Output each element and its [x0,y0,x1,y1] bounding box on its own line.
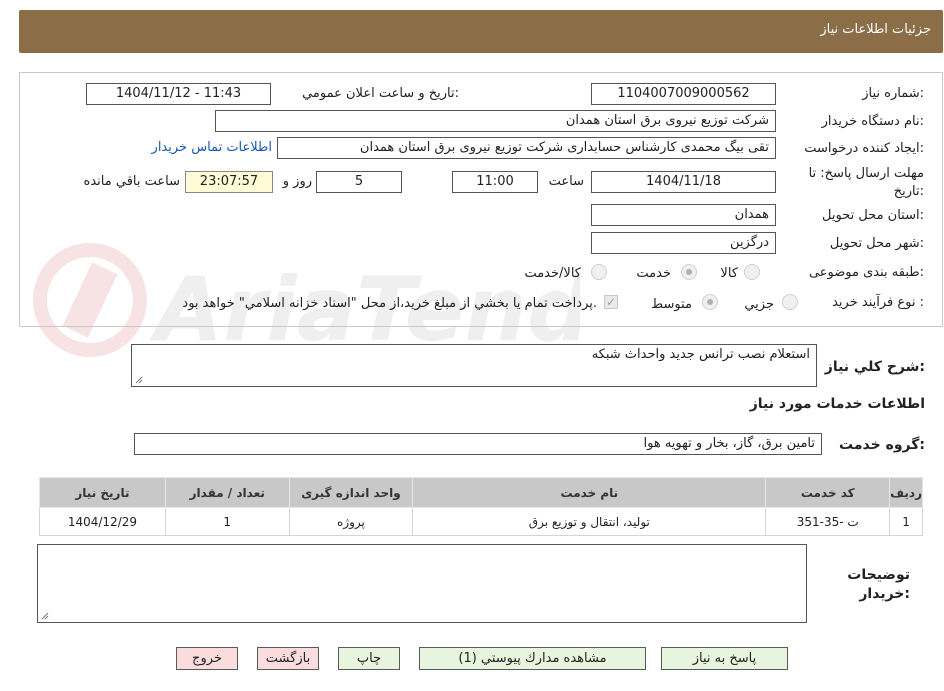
buyer-contact-link[interactable]: اطلاعات تماس خريدار [152,140,272,155]
back-button[interactable]: بازگشت [257,647,319,670]
category-goods-radio[interactable] [744,264,760,280]
reply-button[interactable]: پاسخ به نياز [661,647,788,670]
service-group-label: گروه خدمت: [839,437,925,453]
deadline-label-date: تاريخ: [893,184,924,199]
cell-service-code: ت -35-351 [765,507,891,536]
announce-label: تاريخ و ساعت اعلان عمومي: [302,86,459,101]
col-service-code: کد خدمت [765,477,891,508]
announce-field: 1404/11/12 - 11:43 [86,83,271,105]
remaining-time-field: 23:07:57 [185,171,273,193]
deadline-time-label: ساعت [548,174,584,189]
category-label: طبقه بندی موضوعی: [808,265,924,280]
deadline-time-field: 11:00 [452,171,538,193]
cell-quantity: 1 [164,507,290,536]
col-service-name: نام خدمت [412,477,767,508]
requester-label: ايجاد کننده درخواست: [804,141,924,156]
page-title: جزئيات اطلاعات نياز [820,22,931,37]
category-goods-label: کالا [720,266,738,281]
process-minor-radio[interactable] [782,294,798,310]
need-number-field: 1104007009000562 [591,83,776,105]
description-textarea[interactable]: استعلام نصب ترانس جدید واحداث شبکه [131,344,817,387]
city-label: شهر محل تحويل: [829,236,924,251]
cell-need-date: 1404/12/29 [39,507,166,536]
buyer-notes-textarea[interactable] [37,544,807,623]
process-label: نوع فرآيند خريد : [832,295,924,310]
description-label: شرح كلي نياز: [824,359,925,375]
service-group-field: تامین برق، گاز، بخار و تهویه هوا [134,433,822,455]
province-label: استان محل تحويل: [822,208,924,223]
process-minor-label: جزيي [744,297,774,312]
table-row: 1 ت -35-351 تولید، انتقال و توزیع برق پر… [39,507,923,536]
remaining-time-label: ساعت باقي مانده [83,174,180,189]
resize-grip-icon[interactable] [41,612,49,620]
payment-note: پرداخت تمام يا بخشي از مبلغ خريد،از محل … [182,296,597,311]
col-need-date: تاريخ نياز [39,477,166,508]
province-field: همدان [591,204,776,226]
buyer-org-field: شرکت توزیع نیروی برق استان همدان [215,110,776,132]
col-row-number: رديف [889,477,923,508]
category-service-radio[interactable] [681,264,697,280]
process-medium-radio[interactable] [702,294,718,310]
days-label: روز و [282,174,312,189]
services-table: رديف کد خدمت نام خدمت واحد اندازه گيری ت… [39,477,923,536]
city-field: درگزین [591,232,776,254]
category-goods-service-label: کالا/خدمت [524,266,581,281]
need-number-label: شماره نياز: [862,86,924,101]
col-quantity: تعداد / مقدار [164,477,290,508]
remaining-days-field: 5 [316,171,402,193]
buyer-org-label: نام دستگاه خريدار: [821,114,924,129]
deadline-date-field: 1404/11/18 [591,171,776,193]
col-unit: واحد اندازه گيری [288,477,414,508]
description-text: استعلام نصب ترانس جدید واحداث شبکه [591,347,810,362]
buyer-notes-label: توضيحات [847,567,910,583]
requester-field: تقی بیگ محمدی کارشناس حسابداری شرکت توزی… [277,137,776,159]
exit-button[interactable]: خروج [176,647,238,670]
category-service-label: خدمت [636,266,671,281]
deadline-label: مهلت ارسال پاسخ: تا [808,166,924,181]
cell-row-number: 1 [889,507,923,536]
page-header: جزئيات اطلاعات نياز [19,10,943,53]
print-button[interactable]: چاپ [338,647,400,670]
resize-grip-icon[interactable] [135,376,143,384]
view-attachments-button[interactable]: مشاهده مدارك پيوستي (1) [419,647,646,670]
table-header-row: رديف کد خدمت نام خدمت واحد اندازه گيری ت… [39,477,923,508]
cell-service-name: تولید، انتقال و توزیع برق [412,507,767,536]
treasury-checkbox[interactable]: ✓ [604,295,618,309]
services-section-title: اطلاعات خدمات مورد نياز [749,396,925,412]
category-goods-service-radio[interactable] [591,264,607,280]
process-medium-label: متوسط [651,297,692,312]
cell-unit: پروژه [288,507,414,536]
buyer-notes-label-2: خريدار: [859,586,910,602]
